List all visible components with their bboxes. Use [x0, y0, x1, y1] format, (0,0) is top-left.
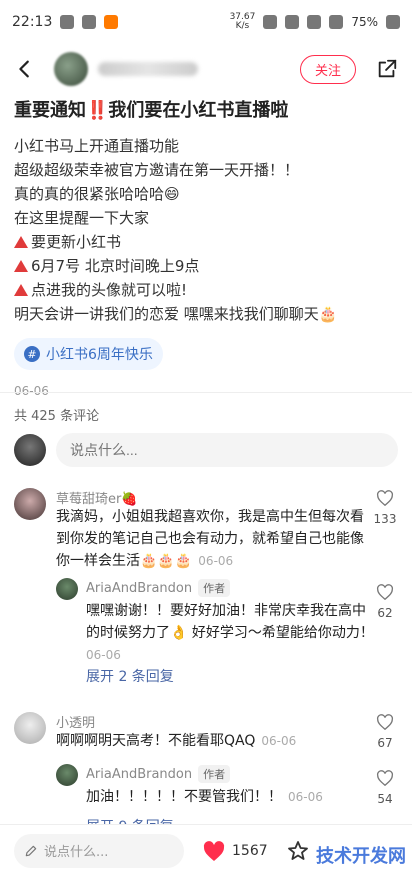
post-line-text: 要更新小红书 — [31, 233, 122, 251]
topic-tag-label: 小红书6周年快乐 — [46, 347, 153, 363]
share-icon[interactable] — [376, 58, 398, 80]
post-line: 小红书马上开通直播功能 — [14, 137, 180, 155]
reply-text: 嘿嘿谢谢！！要好好加油！非常庆幸我在高中的时候努力了👌 好好学习～希望能给你动力… — [86, 600, 376, 666]
heart-filled-icon — [203, 840, 225, 861]
author-avatar[interactable] — [54, 52, 88, 86]
status-bar: 22:13 37.67 K/s 75% — [0, 0, 412, 44]
heart-outline-icon — [377, 584, 393, 600]
battery-level: 75% — [351, 15, 378, 29]
follow-button[interactable]: 关注 — [299, 54, 356, 84]
replier-name[interactable]: AriaAndBrandon — [86, 767, 192, 782]
post-like-count: 1567 — [232, 842, 268, 859]
author-badge: 作者 — [198, 765, 231, 783]
watermark: 技术开发网 — [316, 846, 406, 867]
replier-avatar[interactable] — [56, 578, 78, 600]
wifi-icon — [307, 15, 322, 29]
red-triangle-icon — [14, 236, 28, 248]
red-triangle-icon — [14, 260, 28, 272]
heart-outline-icon — [377, 714, 393, 730]
comment-input-row — [14, 430, 398, 470]
signal-icon — [329, 15, 344, 29]
post-line: 在这里提醒一下大家 — [14, 209, 150, 227]
bottom-comment-input[interactable]: 说点什么... — [14, 833, 184, 868]
app-notification-icon — [104, 15, 119, 29]
star-outline-icon — [287, 840, 308, 860]
post-line-bullet: 6月7号 北京时间晚上9点 — [14, 254, 398, 278]
reply-like[interactable]: 54 — [372, 770, 398, 806]
replier-name-row: AriaAndBrandon 作者 — [86, 765, 231, 783]
replier-name[interactable]: AriaAndBrandon — [86, 581, 192, 596]
post-content: 重要通知‼️我们要在小红书直播啦 小红书马上开通直播功能 超级超级荣幸被官方邀请… — [14, 94, 398, 398]
status-time: 22:13 — [12, 14, 53, 30]
network-speed-unit: K/s — [235, 21, 250, 31]
comment-date: 06-06 — [198, 554, 234, 568]
like-count: 133 — [373, 512, 397, 526]
post-line-text: 6月7号 北京时间晚上9点 — [31, 257, 200, 275]
chat-icon — [60, 15, 75, 29]
network-speed: 37.67 K/s — [230, 13, 256, 31]
commenter-name[interactable]: 草莓甜琦er🍓 — [56, 488, 138, 507]
comment-like[interactable]: 133 — [372, 490, 398, 526]
reply-item: AriaAndBrandon 作者 嘿嘿谢谢！！要好好加油！非常庆幸我在高中的时候… — [56, 578, 376, 662]
commenter-avatar[interactable] — [14, 712, 46, 744]
comment-date: 06-06 — [261, 734, 297, 748]
post-line-bullet: 要更新小红书 — [14, 230, 398, 254]
post-line: 真的真的很紧张哈哈哈😄 — [14, 185, 180, 203]
post-line-bullet: 点进我的头像就可以啦! — [14, 278, 398, 302]
commenter-name[interactable]: 小透明 — [56, 712, 95, 731]
commenter-avatar[interactable] — [14, 488, 46, 520]
comment-input[interactable] — [56, 433, 398, 467]
post-line-text: 点进我的头像就可以啦! — [31, 281, 188, 299]
reply-like[interactable]: 62 — [372, 584, 398, 620]
back-arrow-icon[interactable] — [14, 58, 36, 80]
status-right: 37.67 K/s 75% — [230, 13, 400, 31]
comment-like[interactable]: 67 — [372, 714, 398, 750]
reply-date: 06-06 — [86, 648, 121, 662]
gallery-icon — [82, 15, 97, 29]
battery-icon — [386, 15, 400, 29]
my-avatar — [14, 434, 46, 466]
post-title: 重要通知‼️我们要在小红书直播啦 — [14, 100, 289, 121]
bottom-comment-placeholder: 说点什么... — [44, 845, 109, 860]
reply-body: 嘿嘿谢谢！！要好好加油！非常庆幸我在高中的时候努力了👌 好好学习～希望能给你动力… — [86, 603, 374, 641]
expand-replies-link[interactable]: 展开 2 条回复 — [86, 666, 174, 686]
replier-avatar[interactable] — [56, 764, 78, 786]
hashtag-icon: # — [24, 346, 40, 362]
heart-outline-icon — [377, 490, 393, 506]
heart-outline-icon — [377, 770, 393, 786]
replier-name-row: AriaAndBrandon 作者 — [86, 579, 231, 597]
mute-icon — [285, 15, 300, 29]
post-date: 06-06 — [14, 384, 49, 398]
divider — [0, 392, 412, 393]
like-count: 54 — [377, 792, 393, 806]
bottom-bar: 说点什么... 1567 技术开发网 — [0, 824, 412, 876]
red-triangle-icon — [14, 284, 28, 296]
reply-text: 加油！！！！！不要管我们！！ 06-06 — [86, 786, 376, 808]
comment-body: 啊啊啊明天高考！不能看耶QAQ — [56, 733, 256, 749]
author-badge: 作者 — [198, 579, 231, 597]
pencil-icon — [25, 845, 37, 856]
comments-count: 共 425 条评论 — [14, 409, 100, 424]
reply-body: 加油！！！！！不要管我们！！ — [86, 789, 282, 805]
comment-item: 小透明 啊啊啊明天高考！不能看耶QAQ 06-06 67 AriaAndBrand… — [14, 712, 398, 842]
like-count: 62 — [377, 606, 393, 620]
like-post-button[interactable]: 1567 — [202, 840, 268, 862]
comment-text: 我滴妈，小姐姐我超喜欢你，我是高中生但每次看到你发的笔记自己也会有动力，就希望自… — [56, 506, 376, 572]
favorite-button[interactable] — [286, 839, 316, 863]
post-line: 明天会讲一讲我们的恋爱 嘿嘿来找我们聊聊天🎂 — [14, 305, 338, 323]
post-header: 关注 — [0, 44, 412, 94]
like-count: 67 — [377, 736, 393, 750]
post-line: 超级超级荣幸被官方邀请在第一天开播！！ — [14, 161, 300, 179]
alarm-icon — [263, 15, 278, 29]
author-name-redacted[interactable] — [98, 62, 198, 76]
comment-item: 草莓甜琦er🍓 我滴妈，小姐姐我超喜欢你，我是高中生但每次看到你发的笔记自己也会… — [14, 488, 398, 688]
comment-text: 啊啊啊明天高考！不能看耶QAQ 06-06 — [56, 730, 376, 752]
app-root: 22:13 37.67 K/s 75% 关注 重要通知‼️我们要在小红书直播啦 … — [0, 0, 412, 876]
reply-date: 06-06 — [288, 790, 323, 804]
status-left: 22:13 — [12, 14, 119, 30]
topic-tag[interactable]: # 小红书6周年快乐 — [14, 338, 163, 370]
reply-item: AriaAndBrandon 作者 加油！！！！！不要管我们！！ 06-06 — [56, 764, 376, 814]
